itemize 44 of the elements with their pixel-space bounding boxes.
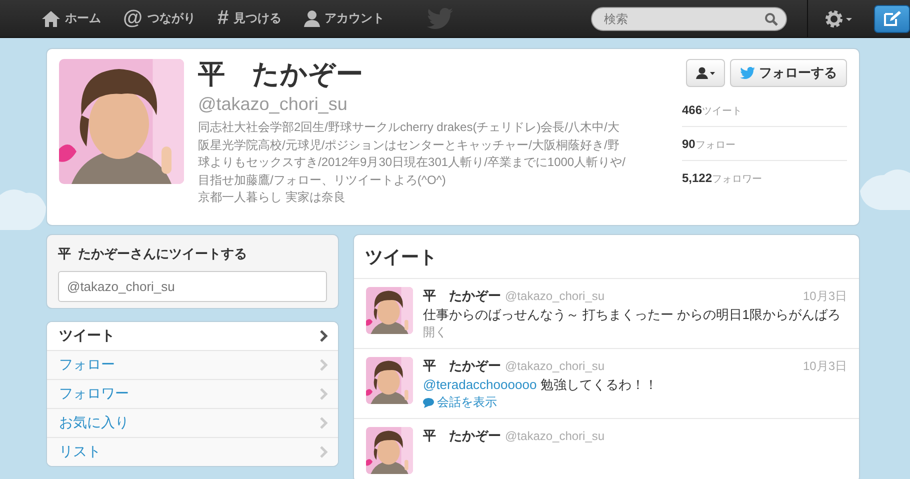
person-icon: [304, 10, 320, 27]
stat-link[interactable]: 90フォロー: [682, 140, 736, 151]
settings-icon[interactable]: [824, 8, 852, 28]
nav-glyph: #: [218, 7, 229, 30]
search-icon: [765, 12, 778, 26]
chevron-icon: [320, 330, 328, 342]
bird-icon: [740, 67, 755, 79]
conversation-link[interactable]: 会話を表示: [423, 394, 497, 411]
profile-location: 京都一人暮らし 実家は奈良: [198, 189, 346, 206]
home-icon: [42, 10, 60, 26]
timeline-title: ツイート: [354, 235, 859, 279]
user-menu-button[interactable]: [686, 59, 725, 87]
profile-handle: @takazo_chori_su: [198, 94, 348, 115]
tweet-text: @teradacchoooooo 勉強してくるわ！！: [423, 377, 658, 393]
tweet-input-field[interactable]: @takazo_chori_su: [58, 271, 327, 302]
chevron-icon: [320, 446, 328, 458]
person-caret-icon: [696, 67, 715, 79]
nav-link[interactable]: @ つながり: [123, 7, 196, 30]
chevron-icon: [320, 388, 328, 400]
mention-link[interactable]: @teradacchoooooo: [423, 377, 537, 392]
tweet-handle: @takazo_chori_su: [505, 359, 605, 373]
compose-icon: [883, 10, 901, 26]
search-field[interactable]: 検索: [591, 6, 787, 30]
tweet-author[interactable]: 平 たかぞー: [423, 427, 501, 445]
tweet-author[interactable]: 平 たかぞー: [423, 357, 501, 375]
stat-link[interactable]: 466ツイート: [682, 106, 742, 117]
follow-button[interactable]: フォローする: [730, 59, 847, 87]
chevron-icon: [320, 359, 328, 371]
nav-link[interactable]: アカウント: [304, 10, 385, 27]
nav-link[interactable]: ホーム: [42, 10, 101, 27]
nav-glyph: @: [123, 7, 143, 30]
card-title: 平 たかぞーさんにツイートする: [58, 245, 248, 263]
tweet-handle: @takazo_chori_su: [505, 289, 605, 303]
profile-name: 平 たかぞー: [198, 59, 364, 89]
tweet-handle: @takazo_chori_su: [505, 429, 605, 443]
nav-link[interactable]: # 見つける: [218, 7, 282, 30]
profile-bio: 同志社大社会学部2回生/野球サークルcherry drakes(チェリドレ)会長/八木中/大阪星光学院高校/元球児/ポジションはセンターとキャッチャー/大阪桐蔭好き/野球よりもセックスすき/2012年9月30日現在301人斬り/卒業までに1000人斬りや/目指せ加藤鷹/フォロー、リツイートよろ(^O^): [198, 119, 626, 188]
compose-button[interactable]: [874, 4, 910, 32]
speech-bubble-icon: [423, 398, 434, 408]
tweet-author[interactable]: 平 たかぞー: [423, 287, 501, 305]
bird-icon: [426, 8, 453, 29]
chevron-icon: [320, 417, 328, 429]
tweet-text: 仕事からのばっせんなう～ 打ちまくったー からの明日1限からがんばろ: [423, 307, 842, 323]
stat-link[interactable]: 5,122フォロワー: [682, 174, 762, 185]
